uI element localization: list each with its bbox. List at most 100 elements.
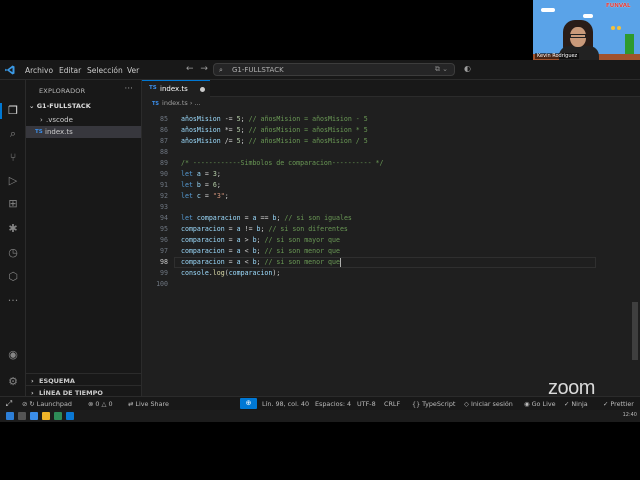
forward-arrow-icon[interactable]: →	[200, 64, 208, 74]
command-center[interactable]: ⌕ G1-FULLSTACK ⧉ ⌄	[213, 63, 455, 76]
code-line[interactable]: 87 añosMision /= 5; // añosMision = añosM…	[142, 136, 368, 147]
line-text: let c = "3";	[181, 192, 229, 200]
tab-label: index.ts	[160, 85, 188, 93]
source-control-icon[interactable]: ⑂	[6, 151, 20, 165]
code-line[interactable]: 88	[142, 147, 308, 158]
active-indicator	[0, 103, 2, 119]
extensions-icon[interactable]: ⊞	[6, 197, 20, 211]
prettier-item[interactable]: ✓ Prettier	[603, 400, 634, 408]
menu-ver[interactable]: Ver	[127, 66, 139, 75]
indent-spaces[interactable]: Espacios: 4	[315, 400, 351, 408]
breadcrumb-rest[interactable]: ...	[195, 99, 201, 107]
search-icon[interactable]	[18, 412, 26, 420]
tree-item-index-ts[interactable]: TS index.ts	[26, 126, 141, 138]
code-line[interactable]: 85 añosMision -= 5; // añosMision = añosM…	[142, 114, 368, 125]
vscode-logo-icon	[5, 65, 15, 75]
command-center-label: G1-FULLSTACK	[232, 66, 284, 74]
code-editor[interactable]: 85 añosMision -= 5; // añosMision = añosM…	[142, 112, 640, 396]
search-icon[interactable]: ⌕	[6, 127, 20, 141]
line-number: 98	[160, 258, 168, 266]
workspace-folder[interactable]: ⌄ G1-FULLSTACK	[29, 102, 91, 110]
line-text: comparacion = a > b; // si son mayor que	[181, 236, 340, 244]
code-line[interactable]: 93	[142, 202, 308, 213]
back-arrow-icon[interactable]: ←	[186, 64, 194, 74]
menu-seleccion[interactable]: Selección	[87, 66, 123, 75]
code-line[interactable]: 94 let comparacion = a == b; // si son ig…	[142, 213, 352, 224]
line-text: let b = 6;	[181, 181, 221, 189]
zoom-in-icon[interactable]: ⊕	[240, 398, 257, 409]
explorer-sidebar: EXPLORADOR ··· ⌄ G1-FULLSTACK › .vscode …	[26, 80, 142, 397]
cloud-decoration	[541, 8, 555, 12]
prettier-label: Prettier	[610, 400, 634, 408]
text-caret	[339, 258, 341, 267]
chevron-down-icon: ⌄	[29, 102, 35, 110]
vscode-taskbar-icon[interactable]	[66, 412, 74, 420]
copilot-icon[interactable]: ⧉ ⌄	[435, 65, 448, 74]
vertical-scrollbar[interactable]	[632, 302, 638, 360]
code-line[interactable]: 90 let a = 3;	[142, 169, 308, 180]
line-number: 89	[160, 159, 168, 167]
code-line[interactable]: 95 comparacion = a != b; // si son difere…	[142, 224, 348, 235]
run-debug-icon[interactable]: ▷	[6, 174, 20, 188]
app-icon[interactable]	[54, 412, 62, 420]
line-text: añosMision *= 5; // añosMision = añosMis…	[181, 126, 368, 134]
edge-icon[interactable]	[30, 412, 38, 420]
account-icon[interactable]: ◉	[6, 348, 20, 362]
code-line[interactable]: 100	[142, 279, 308, 290]
coin-decoration	[617, 26, 621, 30]
code-line[interactable]: 92 let c = "3";	[142, 191, 308, 202]
end-of-line[interactable]: CRLF	[384, 400, 400, 408]
explorer-icon[interactable]: ❐	[6, 104, 20, 118]
ninja-item[interactable]: ✓ Ninja	[564, 400, 588, 408]
tree-item-label: .vscode	[46, 116, 73, 124]
editor-tabs: TS index.ts	[142, 80, 640, 97]
status-bar: ⤢ ⊘ ↻ Launchpad ⊗ 0 △ 0 ⇄ Live Share ⊕ L…	[0, 396, 640, 411]
problems-item[interactable]: ⊗ 0 △ 0	[88, 400, 113, 408]
signin-item[interactable]: ◇ Iniciar sesión	[464, 400, 513, 408]
code-line[interactable]: 91 let b = 6;	[142, 180, 308, 191]
accounts-icon[interactable]: ◐	[464, 64, 471, 73]
timer-icon[interactable]: ◷	[6, 246, 20, 260]
line-number: 85	[160, 115, 168, 123]
line-number: 92	[160, 192, 168, 200]
workspace-folder-label: G1-FULLSTACK	[36, 102, 91, 110]
go-live-item[interactable]: ◉ Go Live	[524, 400, 556, 408]
webcam-overlay: FUNVAL Kevin Rodriguez	[533, 0, 640, 62]
unsaved-dot-icon[interactable]	[200, 87, 205, 92]
tab-index-ts[interactable]: TS index.ts	[142, 80, 210, 97]
code-line[interactable]: 86 añosMision *= 5; // añosMision = añosM…	[142, 125, 368, 136]
breadcrumb-file[interactable]: index.ts	[162, 99, 188, 107]
remote-explorer-icon[interactable]: ⬡	[6, 270, 20, 284]
code-line[interactable]: 89 /* ------------Simbolos de comparacion…	[142, 158, 383, 169]
start-icon[interactable]	[6, 412, 14, 420]
settings-gear-icon[interactable]: ⚙	[6, 375, 20, 389]
cursor-position[interactable]: Lín. 98, col. 40	[262, 400, 309, 408]
more-icon[interactable]: ···	[6, 294, 20, 308]
line-text: comparacion = a != b; // si son diferent…	[181, 225, 348, 233]
nav-arrows: ← →	[186, 64, 208, 74]
code-line[interactable]: 97 comparacion = a < b; // si son menor q…	[142, 246, 340, 257]
code-line[interactable]: 96 comparacion = a > b; // si son mayor q…	[142, 235, 340, 246]
remote-indicator-icon[interactable]: ⤢	[0, 397, 18, 411]
encoding[interactable]: UTF-8	[357, 400, 376, 408]
tree-item-vscode[interactable]: › .vscode	[26, 114, 141, 126]
pipe-decoration	[625, 34, 634, 54]
line-text: añosMision /= 5; // añosMision = añosMis…	[181, 137, 368, 145]
webcam-name: Kevin Rodriguez	[535, 53, 580, 59]
code-line[interactable]: 98 comparacion = a < b; // si son menor q…	[142, 257, 340, 268]
sparkle-icon[interactable]: ✱	[6, 222, 20, 236]
language-mode[interactable]: {} TypeScript	[412, 400, 455, 408]
folder-icon[interactable]	[42, 412, 50, 420]
more-actions-icon[interactable]: ···	[124, 84, 133, 94]
typescript-icon: TS	[149, 85, 157, 91]
line-number: 90	[160, 170, 168, 178]
go-live-label: Go Live	[531, 400, 556, 408]
line-number: 99	[160, 269, 168, 277]
cloud-decoration	[583, 14, 593, 18]
menu-archivo[interactable]: Archivo	[25, 66, 53, 75]
launchpad-item[interactable]: ⊘ ↻ Launchpad	[22, 400, 72, 408]
live-share-label: Live Share	[135, 400, 169, 408]
code-line[interactable]: 99 console.log(comparacion);	[142, 268, 308, 279]
menu-editar[interactable]: Editar	[59, 66, 81, 75]
live-share-item[interactable]: ⇄ Live Share	[128, 400, 169, 408]
